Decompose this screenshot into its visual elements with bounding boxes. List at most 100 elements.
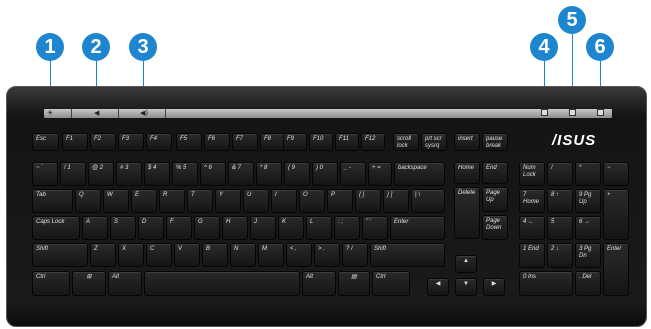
- key-num-lock[interactable]: Num Lock: [519, 162, 545, 186]
- key-g[interactable]: G: [194, 216, 220, 240]
- key-num-5[interactable]: 5: [547, 216, 573, 240]
- key-num-divide[interactable]: /: [547, 162, 573, 186]
- key-8[interactable]: * 8: [256, 162, 282, 186]
- key-arrow-down[interactable]: ▼: [455, 278, 477, 296]
- key-f4[interactable]: F4: [146, 133, 172, 151]
- key-7[interactable]: & 7: [228, 162, 254, 186]
- key-e[interactable]: E: [131, 189, 157, 213]
- key-left-ctrl[interactable]: Ctrl: [32, 271, 70, 296]
- key-space[interactable]: [144, 271, 300, 296]
- key-scroll-lock[interactable]: scroll lock: [393, 133, 419, 151]
- key-pause-break[interactable]: pause break: [482, 133, 508, 151]
- key-num-plus[interactable]: +: [603, 189, 629, 240]
- key-f9[interactable]: F9: [283, 133, 307, 151]
- key-r[interactable]: R: [159, 189, 185, 213]
- volume-up-icon[interactable]: ◀): [140, 108, 148, 118]
- key-num-decimal[interactable]: . Del: [575, 271, 601, 296]
- key-f11[interactable]: F11: [335, 133, 359, 151]
- key-slash[interactable]: ? /: [342, 243, 368, 267]
- key-x[interactable]: X: [118, 243, 144, 267]
- key-f3[interactable]: F3: [118, 133, 144, 151]
- key-backtick[interactable]: ~ `: [32, 162, 58, 186]
- key-num-6[interactable]: 6 →: [575, 216, 601, 240]
- key-v[interactable]: V: [174, 243, 200, 267]
- key-insert[interactable]: insert: [454, 133, 480, 151]
- key-t[interactable]: T: [187, 189, 213, 213]
- key-right-bracket[interactable]: } ]: [383, 189, 409, 213]
- key-right-shift[interactable]: Shift: [370, 243, 445, 267]
- key-f7[interactable]: F7: [232, 133, 258, 151]
- key-f6[interactable]: F6: [204, 133, 230, 151]
- key-num-1[interactable]: 1 End: [519, 243, 545, 268]
- key-right-ctrl[interactable]: Ctrl: [372, 271, 410, 296]
- key-u[interactable]: U: [243, 189, 269, 213]
- key-left-shift[interactable]: Shift: [32, 243, 88, 267]
- key-page-down[interactable]: Page Down: [482, 215, 508, 240]
- key-comma[interactable]: < ,: [286, 243, 312, 267]
- key-caps-lock[interactable]: Caps Lock: [32, 216, 80, 240]
- key-backslash[interactable]: | \: [411, 189, 445, 213]
- key-h[interactable]: H: [222, 216, 248, 240]
- key-9[interactable]: ( 9: [284, 162, 310, 186]
- key-semicolon[interactable]: : ;: [334, 216, 360, 240]
- key-0[interactable]: ) 0: [312, 162, 338, 186]
- key-k[interactable]: K: [278, 216, 304, 240]
- key-f2[interactable]: F2: [90, 133, 116, 151]
- key-num-4[interactable]: 4 ←: [519, 216, 545, 240]
- key-num-2[interactable]: 2 ↓: [547, 243, 573, 268]
- key-equals[interactable]: + =: [368, 162, 392, 186]
- key-a[interactable]: A: [82, 216, 108, 240]
- key-w[interactable]: W: [103, 189, 129, 213]
- key-y[interactable]: Y: [215, 189, 241, 213]
- key-right-alt[interactable]: Alt: [302, 271, 336, 296]
- key-p[interactable]: P: [327, 189, 353, 213]
- key-home[interactable]: Home: [454, 162, 480, 184]
- key-left-alt[interactable]: Alt: [108, 271, 142, 296]
- key-num-3[interactable]: 3 Pg Dn: [575, 243, 601, 268]
- key-num-9[interactable]: 9 Pg Up: [575, 189, 601, 213]
- key-end[interactable]: End: [482, 162, 508, 184]
- key-esc[interactable]: Esc: [32, 133, 59, 151]
- brightness-icon[interactable]: ☀: [47, 108, 53, 118]
- key-l[interactable]: L: [306, 216, 332, 240]
- key-b[interactable]: B: [202, 243, 228, 267]
- key-print-screen[interactable]: prt scr sysrq: [421, 133, 447, 151]
- key-backspace[interactable]: backspace: [394, 162, 445, 186]
- key-f5[interactable]: F5: [176, 133, 202, 151]
- key-1[interactable]: ! 1: [60, 162, 86, 186]
- key-period[interactable]: > .: [314, 243, 340, 267]
- key-f1[interactable]: F1: [62, 133, 88, 151]
- key-j[interactable]: J: [250, 216, 276, 240]
- key-n[interactable]: N: [230, 243, 256, 267]
- key-i[interactable]: I: [271, 189, 297, 213]
- key-s[interactable]: S: [110, 216, 136, 240]
- key-menu[interactable]: ▤: [338, 271, 370, 296]
- key-num-8[interactable]: 8 ↑: [547, 189, 573, 213]
- key-num-7[interactable]: 7 Home: [519, 189, 545, 213]
- key-6[interactable]: ^ 6: [200, 162, 226, 186]
- key-page-up[interactable]: Page Up: [482, 187, 508, 212]
- key-quote[interactable]: " ': [362, 216, 388, 240]
- key-2[interactable]: @ 2: [88, 162, 114, 186]
- key-arrow-up[interactable]: ▲: [455, 255, 477, 273]
- key-q[interactable]: Q: [75, 189, 101, 213]
- key-num-enter[interactable]: Enter: [603, 243, 629, 296]
- key-o[interactable]: O: [299, 189, 325, 213]
- key-enter[interactable]: Enter: [390, 216, 445, 240]
- key-tab[interactable]: Tab: [32, 189, 73, 213]
- key-left-bracket[interactable]: { [: [355, 189, 381, 213]
- key-num-minus[interactable]: −: [603, 162, 629, 186]
- key-c[interactable]: C: [146, 243, 172, 267]
- key-arrow-left[interactable]: ◀: [427, 278, 449, 296]
- key-arrow-right[interactable]: ▶: [483, 278, 505, 296]
- key-windows[interactable]: ⊞: [72, 271, 106, 296]
- key-4[interactable]: $ 4: [144, 162, 170, 186]
- key-f10[interactable]: F10: [309, 133, 333, 151]
- key-f[interactable]: F: [166, 216, 192, 240]
- key-5[interactable]: % 5: [172, 162, 198, 186]
- key-num-0[interactable]: 0 Ins: [519, 271, 573, 296]
- key-3[interactable]: # 3: [116, 162, 142, 186]
- key-delete[interactable]: Delete: [454, 187, 480, 239]
- key-m[interactable]: M: [258, 243, 284, 267]
- key-z[interactable]: Z: [90, 243, 116, 267]
